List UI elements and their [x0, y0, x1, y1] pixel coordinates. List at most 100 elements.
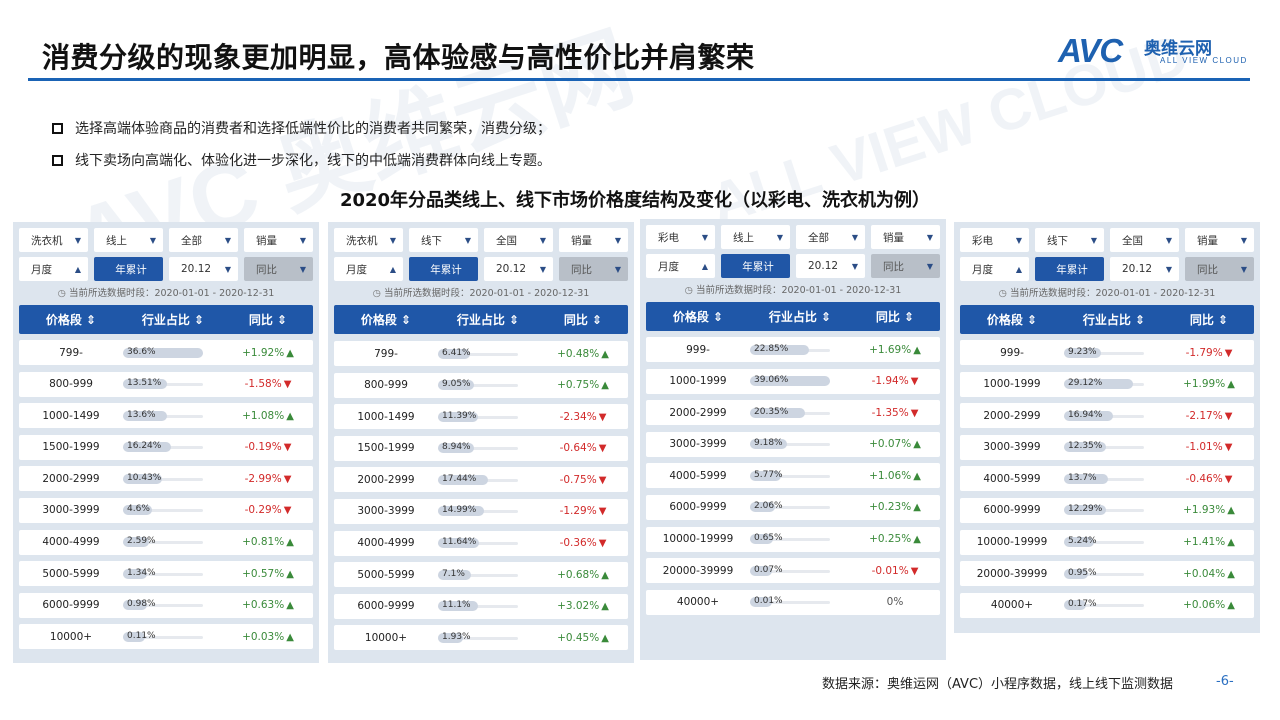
arrow-up-icon: ▲ — [913, 534, 921, 546]
price-range-cell: 6000-9999 — [357, 600, 415, 613]
share-value: 36.6% — [127, 346, 156, 357]
date-dropdown[interactable]: 20.12 ▼ — [1110, 257, 1179, 281]
share-cell: 0.98% — [123, 599, 223, 611]
logo-en: ALL VIEW CLOUD — [1160, 56, 1248, 65]
price-range-cell: 3000-3999 — [669, 438, 727, 451]
region-dropdown[interactable]: 全部 ▼ — [169, 228, 238, 252]
share-cell: 16.24% — [123, 441, 223, 453]
yoy-change: -1.94% ▼ — [872, 375, 919, 387]
share-cell: 13.6% — [123, 409, 223, 421]
compare-dropdown[interactable]: 同比 ▼ — [244, 257, 313, 281]
yoy-change: -0.75% ▼ — [560, 474, 607, 486]
table-row: 4000-5999 5.77% +1.06% ▲ — [646, 463, 940, 489]
sort-price-header[interactable]: 价格段 ⇕ — [646, 308, 750, 325]
metric-dropdown[interactable]: 销量 ▼ — [559, 228, 628, 252]
date-dropdown[interactable]: 20.12 ▼ — [484, 257, 553, 281]
channel-dropdown[interactable]: 线下 ▼ — [1035, 228, 1104, 252]
sort-share-header[interactable]: 行业占比 ⇕ — [438, 311, 538, 328]
arrow-up-icon: ▲ — [601, 569, 609, 581]
sort-share-header[interactable]: 行业占比 ⇕ — [750, 308, 850, 325]
cumulative-toggle[interactable]: 年累计 — [94, 257, 163, 281]
table-body: 799- 36.6% +1.92% ▲ 800-999 13.51% -1.58% ▼ 1000… — [19, 340, 313, 656]
granularity-dropdown[interactable]: 月度 ▲ — [646, 254, 715, 278]
yoy-value: +1.69% — [869, 343, 912, 356]
price-range-cell: 799- — [59, 346, 83, 359]
category-dropdown[interactable]: 洗衣机 ▼ — [334, 228, 403, 252]
sort-yoy-header[interactable]: 同比 ⇕ — [538, 311, 628, 328]
yoy-change: -0.46% ▼ — [1186, 473, 1233, 485]
granularity-dropdown[interactable]: 月度 ▲ — [19, 257, 88, 281]
price-range-cell: 20000-39999 — [976, 567, 1048, 580]
yoy-value: +0.81% — [242, 536, 285, 549]
yoy-value: +0.57% — [242, 567, 285, 580]
table-row: 4000-4999 2.59% +0.81% ▲ — [19, 529, 313, 555]
cumulative-toggle[interactable]: 年累计 — [721, 254, 790, 278]
category-dropdown[interactable]: 洗衣机 ▼ — [19, 228, 88, 252]
yoy-change: +1.99% ▲ — [1183, 378, 1235, 390]
arrow-up-icon: ▲ — [1227, 600, 1235, 612]
table-body: 799- 6.41% +0.48% ▲ 800-999 9.05% +0.75% ▲ 1000-… — [334, 341, 628, 657]
yoy-change: +0.81% ▲ — [242, 536, 294, 548]
yoy-change: +1.93% ▲ — [1183, 504, 1235, 516]
period-label: ◷ 当前所选数据时段：2020-01-01 - 2020-12-31 — [19, 286, 313, 301]
share-value: 0.11% — [127, 630, 156, 641]
compare-dropdown[interactable]: 同比 ▼ — [559, 257, 628, 281]
channel-dropdown[interactable]: 线上 ▼ — [721, 225, 790, 249]
table-row: 2000-2999 10.43% -2.99% ▼ — [19, 466, 313, 492]
granularity-dropdown[interactable]: 月度 ▲ — [960, 257, 1029, 281]
price-range-cell: 10000-19999 — [976, 536, 1048, 549]
compare-dropdown[interactable]: 同比 ▼ — [1185, 257, 1254, 281]
price-range-cell: 2000-2999 — [669, 406, 727, 419]
share-bar: 9.05% — [438, 379, 518, 391]
price-panel: 洗衣机 ▼ 线上 ▼ 全部 ▼ 销量 ▼ 月度 ▲ 年累计 20.12 ▼ 同比 ▼ ◷ 当前所选数据时段：20… — [13, 222, 319, 663]
cumulative-toggle[interactable]: 年累计 — [1035, 257, 1104, 281]
category-dropdown[interactable]: 彩电 ▼ — [960, 228, 1029, 252]
sort-yoy-header[interactable]: 同比 ⇕ — [850, 308, 940, 325]
share-value: 39.06% — [754, 375, 789, 386]
share-value: 13.6% — [127, 409, 156, 420]
region-dropdown[interactable]: 全国 ▼ — [1110, 228, 1179, 252]
date-dropdown[interactable]: 20.12 ▼ — [169, 257, 238, 281]
sort-share-header[interactable]: 行业占比 ⇕ — [1064, 311, 1164, 328]
sort-share-header[interactable]: 行业占比 ⇕ — [123, 311, 223, 328]
price-range-cell: 4000-5999 — [983, 472, 1041, 485]
channel-dropdown[interactable]: 线下 ▼ — [409, 228, 478, 252]
region-dropdown[interactable]: 全部 ▼ — [796, 225, 865, 249]
yoy-value: -1.79% — [1185, 346, 1223, 359]
metric-dropdown[interactable]: 销量 ▼ — [1185, 228, 1254, 252]
filter-bar: 洗衣机 ▼ 线下 ▼ 全国 ▼ 销量 ▼ 月度 ▲ 年累计 20.12 ▼ 同比 ▼ ◷ 当前所选数据时段：20… — [334, 228, 628, 301]
share-bar: 2.59% — [123, 536, 203, 548]
date-dropdown[interactable]: 20.12 ▼ — [796, 254, 865, 278]
share-value: 12.29% — [1068, 504, 1103, 515]
caret-down-icon: ▼ — [299, 235, 306, 245]
share-value: 0.65% — [754, 533, 783, 544]
region-dropdown[interactable]: 全国 ▼ — [484, 228, 553, 252]
share-cell: 0.07% — [750, 565, 850, 576]
table-header: 价格段 ⇕ 行业占比 ⇕ 同比 ⇕ — [334, 305, 628, 334]
granularity-dropdown[interactable]: 月度 ▲ — [334, 257, 403, 281]
table-row: 6000-9999 2.06% +0.23% ▲ — [646, 494, 940, 520]
category-dropdown[interactable]: 彩电 ▼ — [646, 225, 715, 249]
price-range-cell: 999- — [1000, 346, 1024, 359]
cumulative-toggle[interactable]: 年累计 — [409, 257, 478, 281]
sort-price-header[interactable]: 价格段 ⇕ — [19, 311, 123, 328]
region-dropdown-label: 全国 — [496, 234, 517, 247]
compare-dropdown[interactable]: 同比 ▼ — [871, 254, 940, 278]
table-row: 10000+ 1.93% +0.45% ▲ — [334, 625, 628, 651]
metric-dropdown[interactable]: 销量 ▼ — [871, 225, 940, 249]
price-range-cell: 3000-3999 — [357, 505, 415, 518]
sort-price-header[interactable]: 价格段 ⇕ — [334, 311, 438, 328]
arrow-up-icon: ▲ — [286, 537, 294, 549]
metric-dropdown[interactable]: 销量 ▼ — [244, 228, 313, 252]
sort-yoy-header[interactable]: 同比 ⇕ — [223, 311, 313, 328]
yoy-value: -0.29% — [244, 504, 282, 517]
price-range-cell: 1000-1999 — [983, 378, 1041, 391]
sort-price-header[interactable]: 价格段 ⇕ — [960, 311, 1064, 328]
region-dropdown-label: 全部 — [181, 234, 202, 247]
yoy-change: -1.58% ▼ — [245, 378, 292, 390]
channel-dropdown[interactable]: 线上 ▼ — [94, 228, 163, 252]
granularity-label: 月度 — [658, 260, 679, 273]
table-row: 1000-1499 11.39% -2.34% ▼ — [334, 404, 628, 430]
sort-yoy-header[interactable]: 同比 ⇕ — [1164, 311, 1254, 328]
yoy-change: +0.68% ▲ — [557, 569, 609, 581]
